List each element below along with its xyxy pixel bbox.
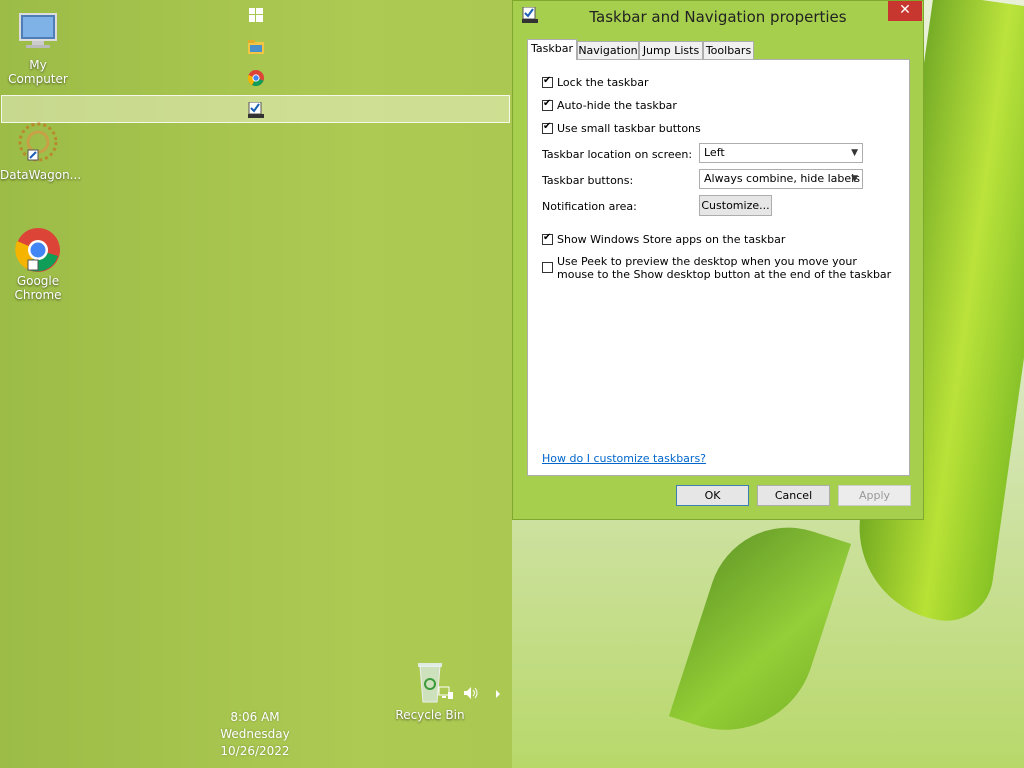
datawagon-icon [14, 120, 62, 164]
apply-button[interactable]: Apply [838, 485, 911, 506]
computer-icon [14, 10, 62, 54]
help-link[interactable]: How do I customize taskbars? [542, 452, 706, 465]
checkbox-label: Lock the taskbar [557, 76, 649, 89]
folder-icon [248, 40, 264, 54]
tab-jump-lists[interactable]: Jump Lists [639, 41, 703, 59]
notification-area-label: Notification area: [542, 200, 637, 213]
store-apps-checkbox[interactable]: Show Windows Store apps on the taskbar [542, 232, 786, 246]
checkbox-box[interactable] [542, 75, 553, 88]
checkbox-label: Show Windows Store apps on the taskbar [557, 233, 786, 246]
recycle-bin-icon [406, 660, 454, 704]
chrome-icon [14, 226, 62, 272]
chevron-down-icon: ▼ [851, 174, 858, 184]
location-select-value: Left [704, 146, 725, 159]
location-select[interactable]: Left ▼ [699, 143, 863, 163]
taskbar-file-explorer[interactable] [247, 38, 265, 56]
taskbar-buttons-select[interactable]: Always combine, hide labels ▼ [699, 169, 863, 189]
desktop-icon-my-computer[interactable]: My Computer [0, 10, 76, 86]
checkbox-box[interactable] [542, 232, 553, 245]
desktop-icon-label: My Computer [8, 58, 68, 86]
show-hidden-icons-arrow-icon[interactable] [494, 688, 502, 703]
taskbar: 8:06 AM Wednesday 10/26/2022 [0, 0, 512, 768]
location-label: Taskbar location on screen: [542, 148, 693, 161]
tab-navigation[interactable]: Navigation [577, 41, 639, 59]
tab-toolbars[interactable]: Toolbars [703, 41, 754, 59]
tab-taskbar[interactable]: Taskbar [527, 39, 577, 60]
desktop-icon-recycle-bin[interactable]: Recycle Bin [392, 660, 468, 722]
checkbox-label: Use small taskbar buttons [557, 122, 701, 135]
close-button[interactable]: ✕ [888, 1, 922, 21]
tab-panel-taskbar: Lock the taskbar Auto-hide the taskbar U… [527, 59, 910, 476]
lock-taskbar-checkbox[interactable]: Lock the taskbar [542, 75, 649, 89]
taskbar-properties-app[interactable] [247, 101, 265, 119]
clock-day: Wednesday [220, 727, 290, 741]
cancel-button[interactable]: Cancel [757, 485, 830, 506]
chevron-down-icon: ▼ [851, 148, 858, 158]
customize-button[interactable]: Customize... [699, 195, 772, 216]
checkbox-box[interactable] [542, 121, 553, 134]
peek-checkbox[interactable]: Use Peek to preview the desktop when you… [542, 255, 892, 281]
auto-hide-checkbox[interactable]: Auto-hide the taskbar [542, 98, 677, 112]
desktop-icon-google-chrome[interactable]: Google Chrome [0, 226, 76, 302]
desktop-icon-datawagon[interactable]: DataWagon... [0, 120, 82, 182]
taskbar-properties-icon [248, 102, 264, 118]
taskbar-chrome[interactable] [247, 69, 265, 87]
ok-button[interactable]: OK [676, 485, 749, 506]
small-buttons-checkbox[interactable]: Use small taskbar buttons [542, 121, 701, 135]
dialog-titlebar[interactable]: Taskbar and Navigation properties ✕ [513, 1, 923, 31]
taskbar-properties-dialog: Taskbar and Navigation properties ✕ Task… [512, 0, 924, 520]
windows-logo-icon [249, 8, 263, 22]
desktop-icon-label: Recycle Bin [395, 708, 465, 722]
taskbar-buttons-label: Taskbar buttons: [542, 174, 634, 187]
clock-date: 10/26/2022 [220, 744, 290, 758]
checkbox-box[interactable] [542, 262, 553, 273]
desktop-icon-label: DataWagon... [0, 168, 82, 182]
start-button[interactable] [247, 6, 265, 24]
desktop-icon-label: Google Chrome [14, 274, 62, 302]
clock-time: 8:06 AM [230, 710, 280, 724]
dialog-title: Taskbar and Navigation properties [589, 8, 847, 26]
chrome-icon [248, 70, 264, 86]
checkbox-box[interactable] [542, 98, 553, 111]
taskbar-buttons-select-value: Always combine, hide labels [704, 172, 860, 185]
checkbox-label: Use Peek to preview the desktop when you… [557, 255, 892, 281]
system-clock[interactable]: 8:06 AM Wednesday 10/26/2022 [205, 709, 305, 760]
checkbox-label: Auto-hide the taskbar [557, 99, 677, 112]
